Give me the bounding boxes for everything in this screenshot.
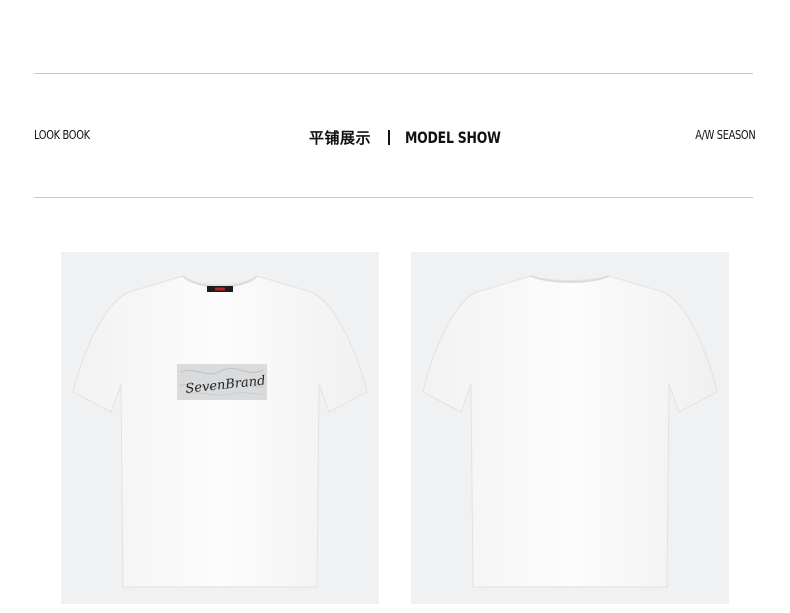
tshirt-front-body — [72, 275, 368, 588]
season-label: A/W SEASON — [694, 128, 756, 142]
section-title-en: MODEL SHOW — [405, 127, 501, 147]
chest-print: SevenBrand — [177, 364, 267, 400]
top-divider — [34, 73, 753, 74]
lookbook-header: LOOK BOOK 平铺展示 MODEL SHOW A/W SEASON — [0, 124, 790, 150]
title-separator — [388, 129, 391, 145]
tshirt-back-body — [422, 275, 718, 588]
section-title-cn: 平铺展示 — [309, 128, 372, 147]
tshirt-back-photo — [411, 252, 729, 604]
section-title: 平铺展示 MODEL SHOW — [309, 124, 528, 150]
tshirt-front-photo: SevenBrand — [61, 252, 379, 604]
look-book-label: LOOK BOOK — [34, 128, 90, 142]
bottom-divider — [34, 197, 753, 198]
